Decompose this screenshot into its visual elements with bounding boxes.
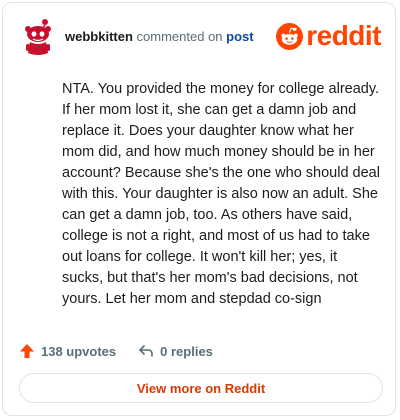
reply-arrow-icon xyxy=(139,345,153,357)
action-text: commented on xyxy=(136,29,223,44)
reply-count: 0 replies xyxy=(160,343,213,359)
view-more-on-reddit-button[interactable]: View more on Reddit xyxy=(19,373,383,403)
comment-actions: 138 upvotes 0 replies xyxy=(19,341,213,361)
upvote-arrow-icon xyxy=(20,344,34,358)
username-link[interactable]: webbkitten xyxy=(65,29,133,44)
reply-button[interactable]: 0 replies xyxy=(138,343,213,359)
reddit-logo[interactable]: reddit xyxy=(276,21,381,51)
comment-body: NTA. You provided the money for college … xyxy=(62,81,380,307)
post-link[interactable]: post xyxy=(226,29,253,44)
reddit-wordmark: reddit xyxy=(306,20,381,51)
comment-header: webbkitten commented on post reddit xyxy=(21,17,381,57)
upvote-count: 138 upvotes xyxy=(41,343,117,359)
snoo-avatar-icon[interactable] xyxy=(21,17,57,57)
upvote-button[interactable]: 138 upvotes xyxy=(19,343,116,359)
comment-meta: webbkitten commented on post xyxy=(65,29,254,45)
comment-card: webbkitten commented on post reddit NTA.… xyxy=(2,2,396,416)
reddit-snoo-icon xyxy=(276,22,304,50)
